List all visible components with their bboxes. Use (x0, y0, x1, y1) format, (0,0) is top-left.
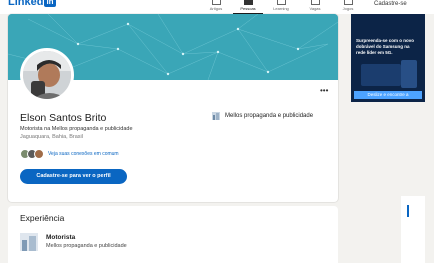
experience-section: Experiência Motorista Mellos propaganda … (8, 206, 338, 263)
play-icon (276, 0, 286, 5)
ad-cta-button[interactable]: Deslize e encontre a (354, 91, 422, 99)
signup-to-view-profile-button[interactable]: Cadastre-se para ver o perfil (20, 169, 127, 184)
company-logo-icon (20, 233, 38, 251)
experience-role: Motorista (46, 234, 76, 241)
top-nav-bar: Linked in Artigos Pessoas Learning Vagas … (0, 0, 434, 14)
ad-background (351, 14, 425, 102)
mutual-connections-link[interactable]: Veja suas conexões em comum (48, 151, 119, 157)
sidebar-ad[interactable]: Surpreenda-se com o novo dobrável do Sam… (351, 14, 425, 102)
current-company[interactable]: Mellos propaganda e publicidade (212, 112, 313, 120)
newspaper-icon (211, 0, 221, 5)
current-company-name: Mellos propaganda e publicidade (225, 113, 314, 119)
profile-name: Elson Santos Brito (20, 112, 107, 124)
nav-item-jobs[interactable]: Vagas (300, 0, 330, 14)
nav-item-label: Pessoas (240, 6, 256, 11)
nav-item-people[interactable]: Pessoas (233, 0, 263, 14)
signup-link[interactable]: Cadastre-se (374, 0, 407, 8)
mutual-connections-avatars (20, 149, 44, 159)
experience-company: Mellos propaganda e publicidade (46, 243, 127, 249)
ad-text: Surpreenda-se com o novo dobrável do Sam… (356, 38, 415, 55)
company-logo-icon (212, 112, 220, 120)
nav-item-label: Artigos (209, 6, 223, 11)
sidebar-card (401, 196, 425, 263)
people-icon (243, 0, 253, 5)
nav-item-label: Vagas (309, 6, 321, 11)
connection-avatar (34, 149, 44, 159)
profile-card: ••• Elson Santos Brito Motorista na Mell… (8, 14, 338, 202)
nav-item-label: Jogos (342, 6, 354, 11)
logo-text: Linked (8, 0, 44, 8)
profile-photo (23, 51, 71, 99)
profile-headline: Motorista na Mellos propaganda e publici… (20, 126, 133, 132)
nav-item-label: Learning (273, 6, 289, 11)
profile-avatar[interactable] (20, 48, 74, 102)
nav-item-games[interactable]: Jogos (333, 0, 363, 14)
nav-item-learning[interactable]: Learning (266, 0, 296, 14)
nav-item-articles[interactable]: Artigos (201, 0, 231, 14)
more-options-button[interactable]: ••• (320, 86, 328, 95)
profile-location: Jaguaquara, Bahia, Brasil (20, 134, 83, 140)
experience-title: Experiência (20, 213, 65, 223)
accent-bar (407, 205, 409, 217)
logo-badge: in (44, 0, 56, 7)
linkedin-logo[interactable]: Linked in (8, 0, 56, 8)
briefcase-icon (310, 0, 320, 5)
puzzle-icon (343, 0, 353, 5)
